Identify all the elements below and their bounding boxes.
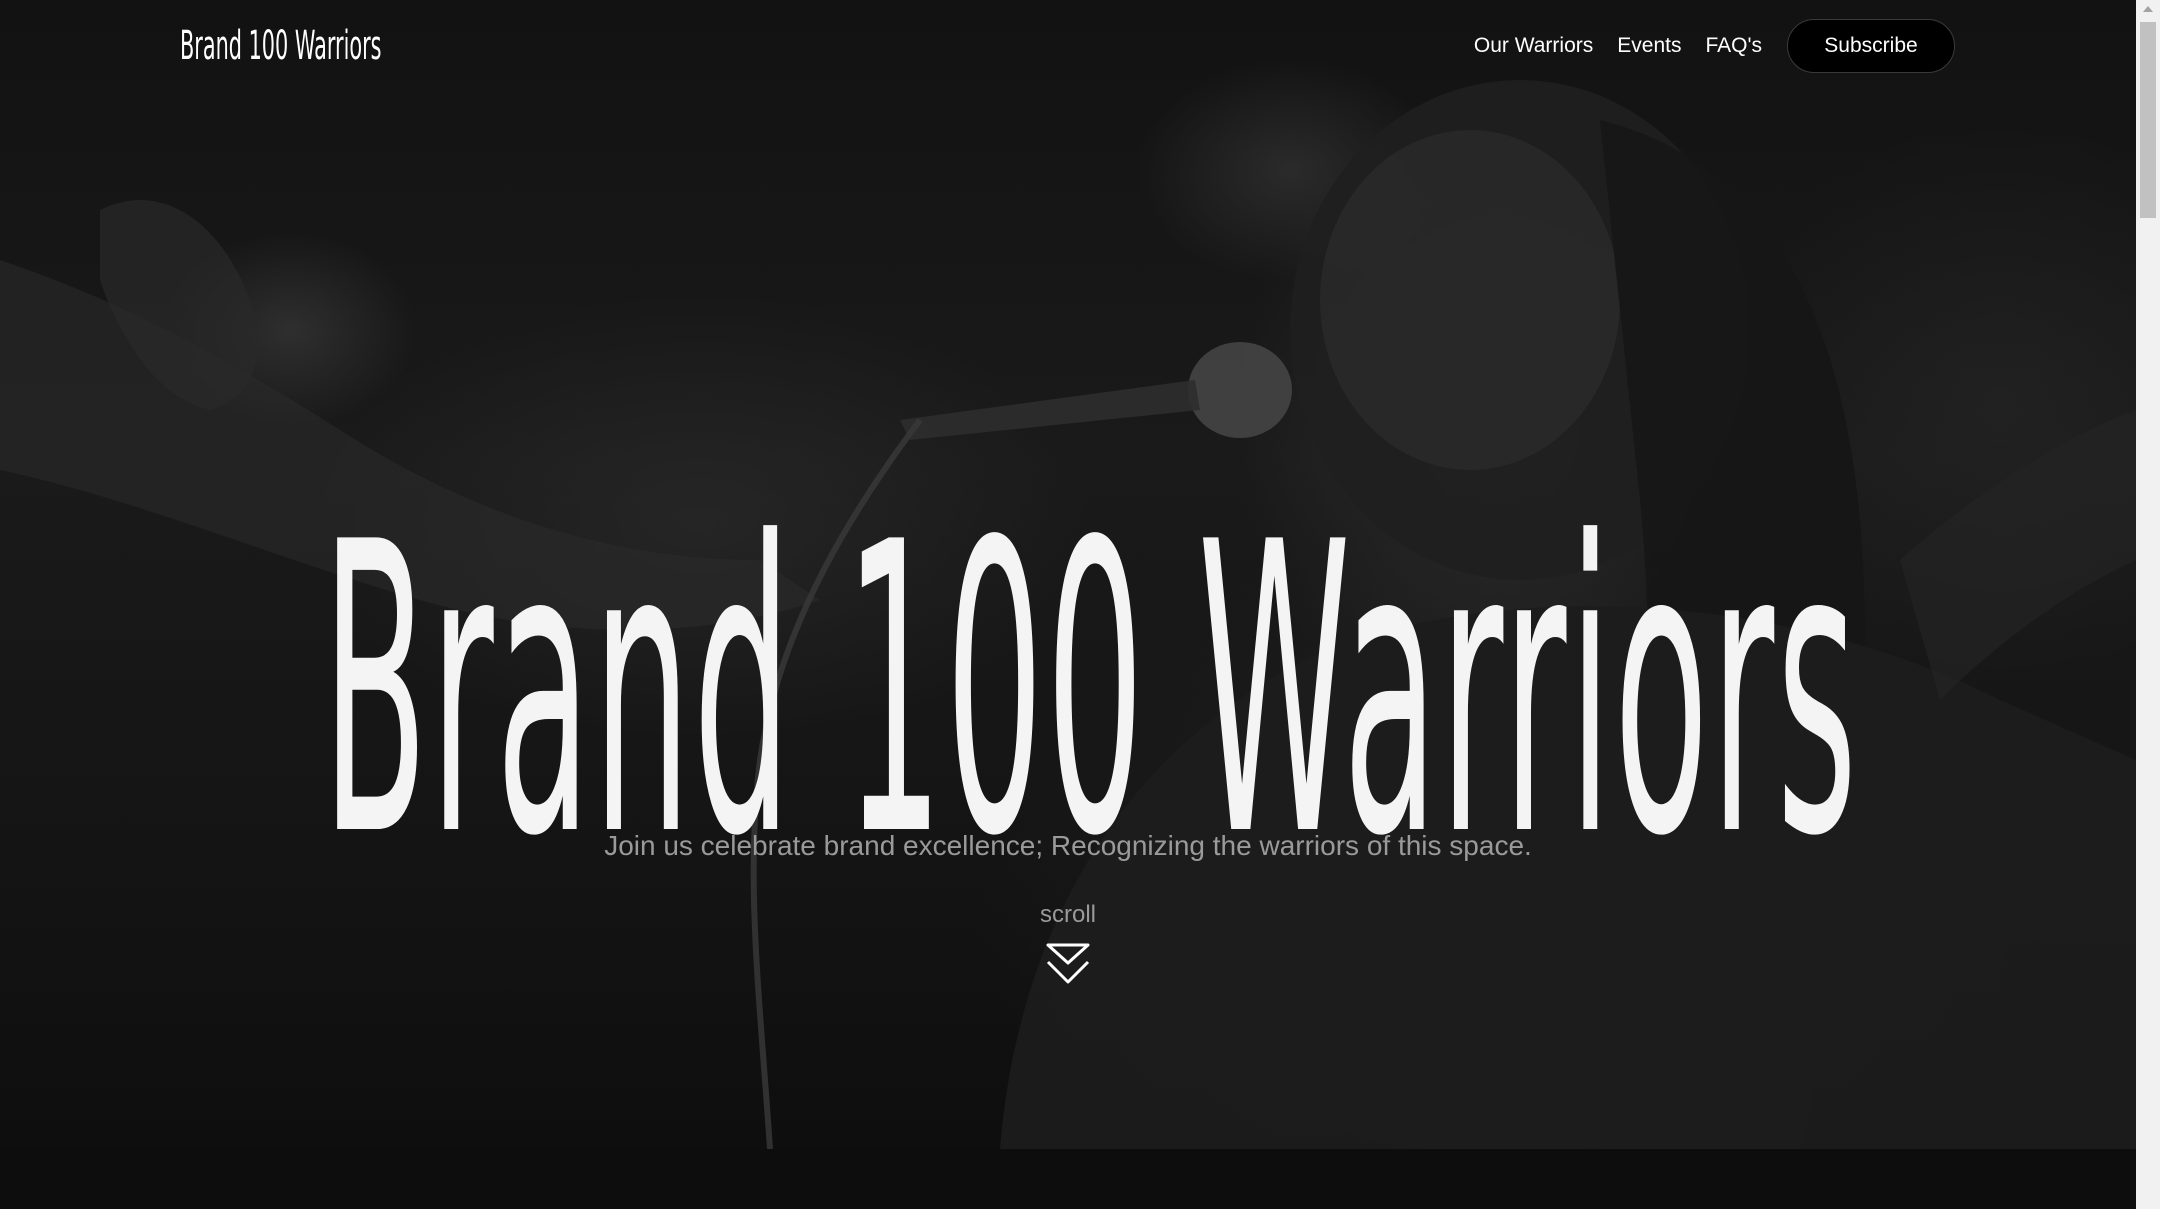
subscribe-button[interactable]: Subscribe xyxy=(1787,19,1955,73)
scroll-up-arrow-icon[interactable] xyxy=(2143,6,2153,12)
nav-our-warriors[interactable]: Our Warriors xyxy=(1474,18,1593,74)
nav-faqs[interactable]: FAQ's xyxy=(1705,18,1762,74)
nav-events[interactable]: Events xyxy=(1617,18,1681,74)
chevron-double-down-icon[interactable] xyxy=(1045,942,1091,986)
scrollbar-thumb[interactable] xyxy=(2140,22,2156,218)
page-scrollbar[interactable] xyxy=(2136,0,2160,1209)
page: Brand 100 Warriors Our Warriors Events F… xyxy=(0,0,2160,1209)
next-section xyxy=(0,1149,2136,1209)
main-nav: Our Warriors Events FAQ's Subscribe xyxy=(1474,18,1955,74)
scroll-label[interactable]: scroll xyxy=(0,900,2136,930)
site-header: Brand 100 Warriors Our Warriors Events F… xyxy=(0,0,2136,92)
hero-subtitle: Join us celebrate brand excellence; Reco… xyxy=(604,830,1532,861)
site-logo[interactable]: Brand 100 Warriors xyxy=(180,24,381,68)
